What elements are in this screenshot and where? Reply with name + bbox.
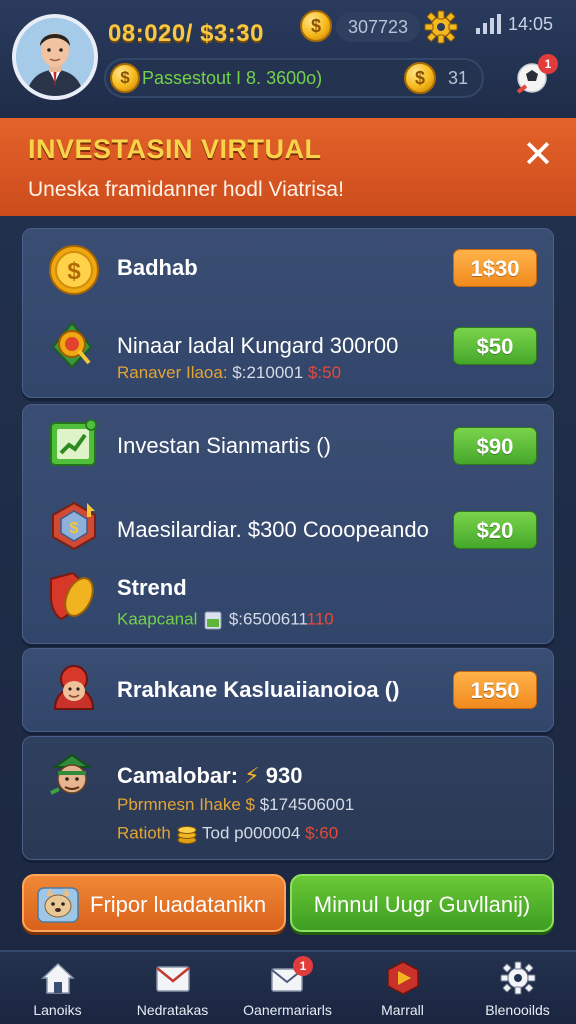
item-title: Rrahkane Kasluaiianoioa () (117, 677, 400, 702)
coin-stack-icon (204, 611, 222, 630)
nav-item-settings[interactable]: Blenooilds (460, 952, 575, 1024)
item-subtitle: Ranaver Ilaoa: $:210001 $:50 (117, 363, 342, 382)
pass-value: 31 (448, 68, 469, 88)
target-shield-icon (51, 321, 93, 369)
coin-icon: $ (300, 10, 332, 42)
goblin-character-icon (50, 753, 93, 795)
left-action-button[interactable]: Fripor luadatanikn (22, 874, 286, 932)
investment-card-4: Camalobar: ⚡ 930 Pbrmnesn Ihake $ $17450… (22, 736, 554, 860)
bottom-nav: Lanoiks Nedratakas 1 Oanermariarls Marra… (0, 950, 576, 1024)
investment-card-1: $ Badhab 1$30 Ninaar ladal Kungard 300r0… (22, 228, 554, 398)
item-title: Camalobar: ⚡ 930 (117, 763, 303, 788)
item-title: Strend (117, 575, 187, 600)
gold-coin-icon: $ (49, 245, 99, 295)
buy-button[interactable]: 1$30 (453, 249, 537, 287)
pass-progress-bar[interactable]: $ Passestout I 8. 3600o) $ 31 (104, 58, 484, 98)
item-subtitle: Pbrmnesn Ihake $ $174506001 (117, 795, 355, 814)
lightning-icon: ⚡ (244, 763, 260, 788)
item-subtitle: Kaapcanal $:6500611110 (117, 609, 334, 631)
nav-item-notifications[interactable]: 1 Oanermariarls (230, 952, 345, 1024)
alert-count-badge: 1 (538, 54, 558, 74)
balance-display: 08:020/ $3:30 (108, 20, 264, 47)
notification-badge: 1 (293, 956, 313, 976)
left-action-label: Fripor luadatanikn (90, 892, 267, 917)
nav-item-messages[interactable]: Nedratakas (115, 952, 230, 1024)
gem-badge-icon: $ (52, 501, 96, 551)
nav-item-home[interactable]: Lanoiks (0, 952, 115, 1024)
buy-button[interactable]: $20 (453, 511, 537, 549)
pet-icon (37, 887, 79, 923)
app-root: 08:020/ $3:30 $ 307723 14:05 $ Passestou… (0, 0, 576, 1024)
pass-label: Passestout I 8. 3600o) (142, 68, 323, 88)
right-action-button[interactable]: Minnul Uugr Guvllanij) (290, 874, 554, 932)
buy-button[interactable]: $50 (453, 327, 537, 365)
coin-stack-icon (177, 826, 197, 844)
banner-subtitle: Uneska framidanner hodl Viatrisa! (28, 178, 344, 201)
right-action-label: Minnul Uugr Guvllanij) (313, 892, 531, 917)
coins-counter: 307723 (336, 12, 420, 42)
banner-title: INVESTASIN VIRTUAL (28, 134, 322, 164)
signal-icon (476, 14, 501, 34)
coin-icon: $ (110, 63, 140, 93)
play-badge-icon (386, 961, 419, 995)
item-title: Investan Sianmartis () (117, 433, 331, 458)
investment-card-3: Rrahkane Kasluaiianoioa () 1550 (22, 648, 554, 732)
hooded-character-icon (53, 665, 95, 710)
close-icon: ✕ (522, 134, 554, 176)
item-subtitle: Ratioth Tod p000004 $:60 (117, 823, 338, 845)
buy-button[interactable]: $90 (453, 427, 537, 465)
growth-chart-icon (50, 419, 97, 466)
buy-button[interactable]: 1550 (453, 671, 537, 709)
event-banner: INVESTASIN VIRTUAL Uneska framidanner ho… (0, 118, 576, 216)
item-title: Maesilardiar. $300 Cooopeando (117, 517, 429, 542)
item-title: Badhab (117, 255, 198, 280)
close-banner-button[interactable]: ✕ (516, 136, 560, 176)
mail-icon (155, 966, 190, 992)
clock-time: 14:05 (508, 14, 554, 34)
investment-card-2: Investan Sianmartis () $90 $ Maesilardia… (22, 404, 554, 644)
svg-text:$: $ (70, 520, 79, 537)
gear-icon (500, 961, 535, 995)
home-icon (40, 962, 75, 994)
top-status-bar: 08:020/ $3:30 $ 307723 14:05 $ Passestou… (0, 0, 576, 118)
nav-item-market[interactable]: Marrall (345, 952, 460, 1024)
item-title: Ninaar ladal Kungard 300r00 (117, 333, 399, 358)
coin-icon: $ (404, 62, 436, 94)
settings-gear-icon[interactable] (424, 10, 458, 44)
shield-coin-icon (50, 571, 94, 621)
avatar[interactable] (12, 14, 98, 100)
svg-text:$: $ (67, 258, 81, 285)
notifications-button[interactable]: 1 (512, 54, 558, 98)
